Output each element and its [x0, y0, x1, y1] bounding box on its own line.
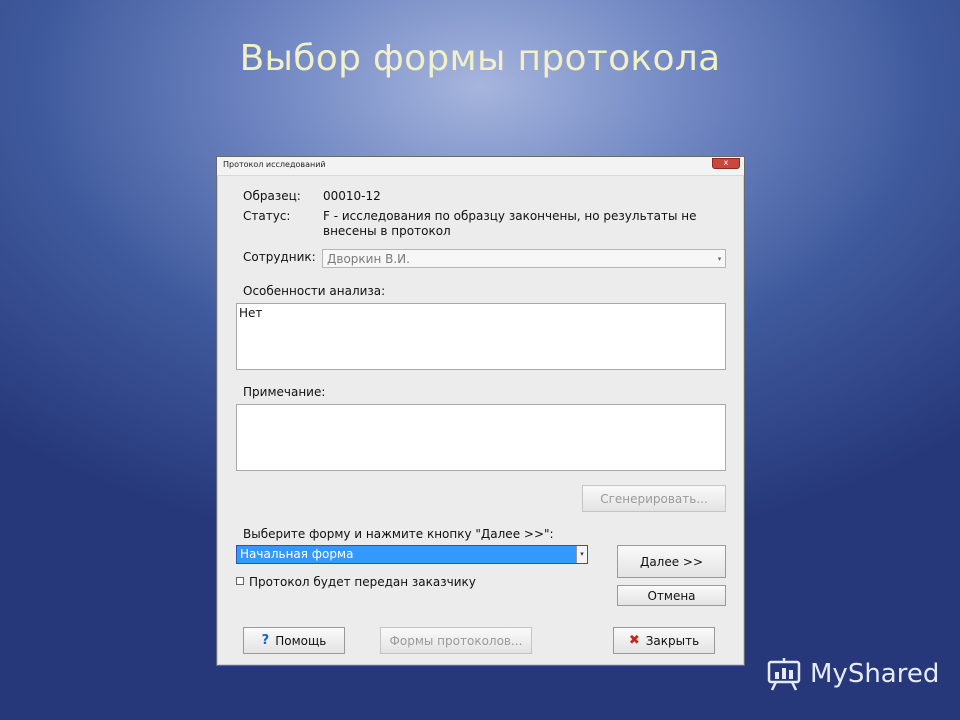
x-icon: ✖ — [628, 633, 640, 648]
analysis-label: Особенности анализа: — [243, 284, 386, 298]
window-titlebar: Протокол исследований x — [217, 157, 744, 176]
next-button[interactable]: Далее >> — [617, 545, 726, 578]
generate-button-label: Сгенерировать... — [600, 491, 708, 506]
sample-value: 00010-12 — [323, 189, 381, 203]
analysis-textarea[interactable]: Нет — [236, 303, 726, 370]
window-close-button[interactable]: x — [712, 158, 740, 169]
protocol-forms-button-label: Формы протоколов... — [389, 633, 523, 648]
protocol-forms-button[interactable]: Формы протоколов... — [380, 627, 532, 654]
protocol-form-select[interactable]: Начальная форма ▾ — [236, 545, 588, 564]
cancel-button-label: Отмена — [647, 588, 696, 603]
note-label: Примечание: — [243, 385, 326, 399]
protocol-form-value: Начальная форма — [240, 547, 354, 561]
myshared-logo: MyShared — [766, 656, 939, 692]
status-label: Статус: — [243, 209, 291, 223]
question-icon: ? — [261, 633, 270, 648]
employee-value: Дворкин В.И. — [327, 252, 410, 266]
chevron-down-icon: ▾ — [576, 546, 587, 563]
generate-button[interactable]: Сгенерировать... — [582, 485, 726, 512]
window-title: Протокол исследований — [223, 160, 326, 169]
help-button[interactable]: ? Помощь — [243, 627, 345, 654]
note-textarea[interactable] — [236, 404, 726, 471]
next-button-label: Далее >> — [639, 554, 704, 569]
cancel-button[interactable]: Отмена — [617, 585, 726, 606]
status-value: F - исследования по образцу закончены, н… — [323, 209, 697, 238]
sample-label: Образец: — [243, 189, 301, 203]
close-button-label: Закрыть — [645, 633, 700, 648]
choose-form-label: Выберите форму и нажмите кнопку "Далее >… — [243, 527, 554, 541]
close-button[interactable]: ✖ Закрыть — [613, 627, 715, 654]
slide-title: Выбор формы протокола — [239, 38, 721, 79]
employee-combobox[interactable]: Дворкин В.И. ▾ — [322, 249, 726, 268]
employee-label: Сотрудник: — [243, 250, 316, 264]
presentation-board-icon — [767, 658, 801, 691]
analysis-value: Нет — [239, 306, 263, 320]
help-button-label: Помощь — [275, 633, 327, 648]
transfer-checkbox-label: Протокол будет передан заказчику — [249, 575, 476, 589]
logo-text: MyShared — [810, 659, 940, 689]
transfer-checkbox[interactable] — [236, 577, 244, 585]
chevron-down-icon: ▾ — [717, 255, 722, 263]
